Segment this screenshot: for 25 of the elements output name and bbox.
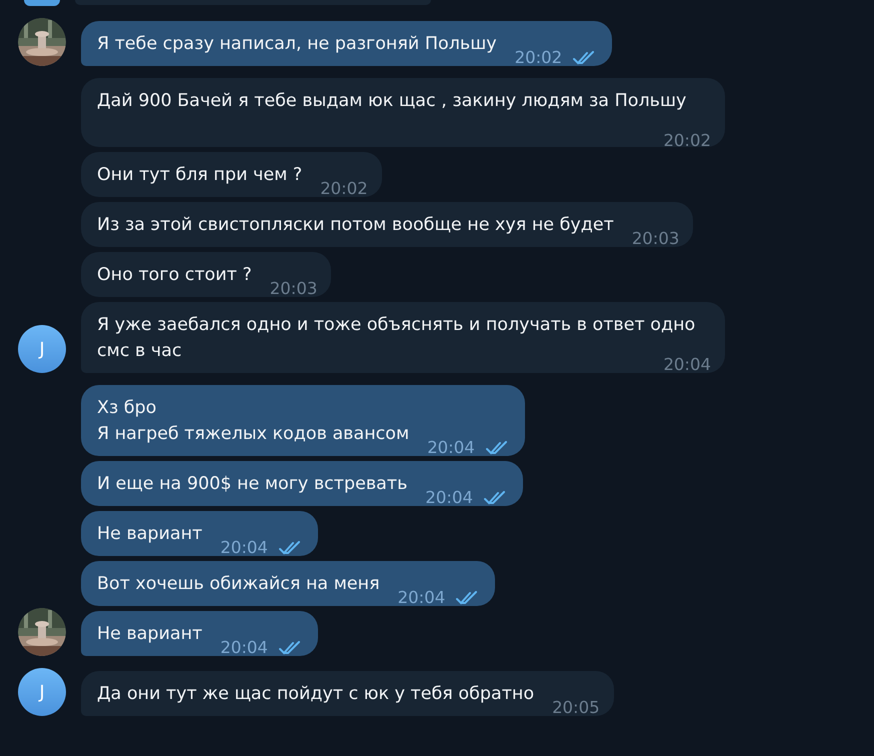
message-time: 20:04 bbox=[425, 489, 473, 507]
message-text: Я тебе сразу написал, не разгоняй Польшу bbox=[97, 34, 497, 54]
message-text: Дай 900 Бачей я тебе выдам юк щас , закину людям за Польшу bbox=[97, 91, 686, 111]
message-time: 20:02 bbox=[514, 49, 562, 67]
message-text: Из за этой свистопляски потом вообще не хуя не будет bbox=[97, 215, 614, 235]
message-text: И еще на 900$ не могу встревать bbox=[97, 474, 408, 494]
message-text: Не вариант bbox=[97, 624, 202, 644]
message-text: Хз бро Я нагреб тяжелых кодов авансом bbox=[97, 398, 410, 444]
avatar[interactable]: J bbox=[18, 325, 66, 373]
message-time: 20:04 bbox=[398, 589, 446, 607]
message-time: 20:03 bbox=[270, 280, 318, 298]
message-text: Они тут бля при чем ? bbox=[97, 165, 302, 185]
message-time: 20:02 bbox=[320, 180, 368, 198]
message-time: 20:02 bbox=[663, 132, 711, 150]
message-text: Оно того стоит ? bbox=[97, 265, 252, 285]
message-time: 20:05 bbox=[552, 699, 600, 717]
avatar[interactable] bbox=[24, 0, 60, 6]
message-time: 20:04 bbox=[220, 539, 268, 557]
message-time: 20:03 bbox=[632, 230, 680, 248]
message-time: 20:04 bbox=[427, 439, 475, 457]
avatar[interactable]: J bbox=[18, 668, 66, 716]
message-text: Вот хочешь обижайся на меня bbox=[97, 574, 380, 594]
message-text: Не вариант bbox=[97, 524, 202, 544]
message-time: 20:04 bbox=[220, 639, 268, 657]
message-text: Да они тут же щас пойдут с юк у тебя обратно bbox=[97, 684, 534, 704]
